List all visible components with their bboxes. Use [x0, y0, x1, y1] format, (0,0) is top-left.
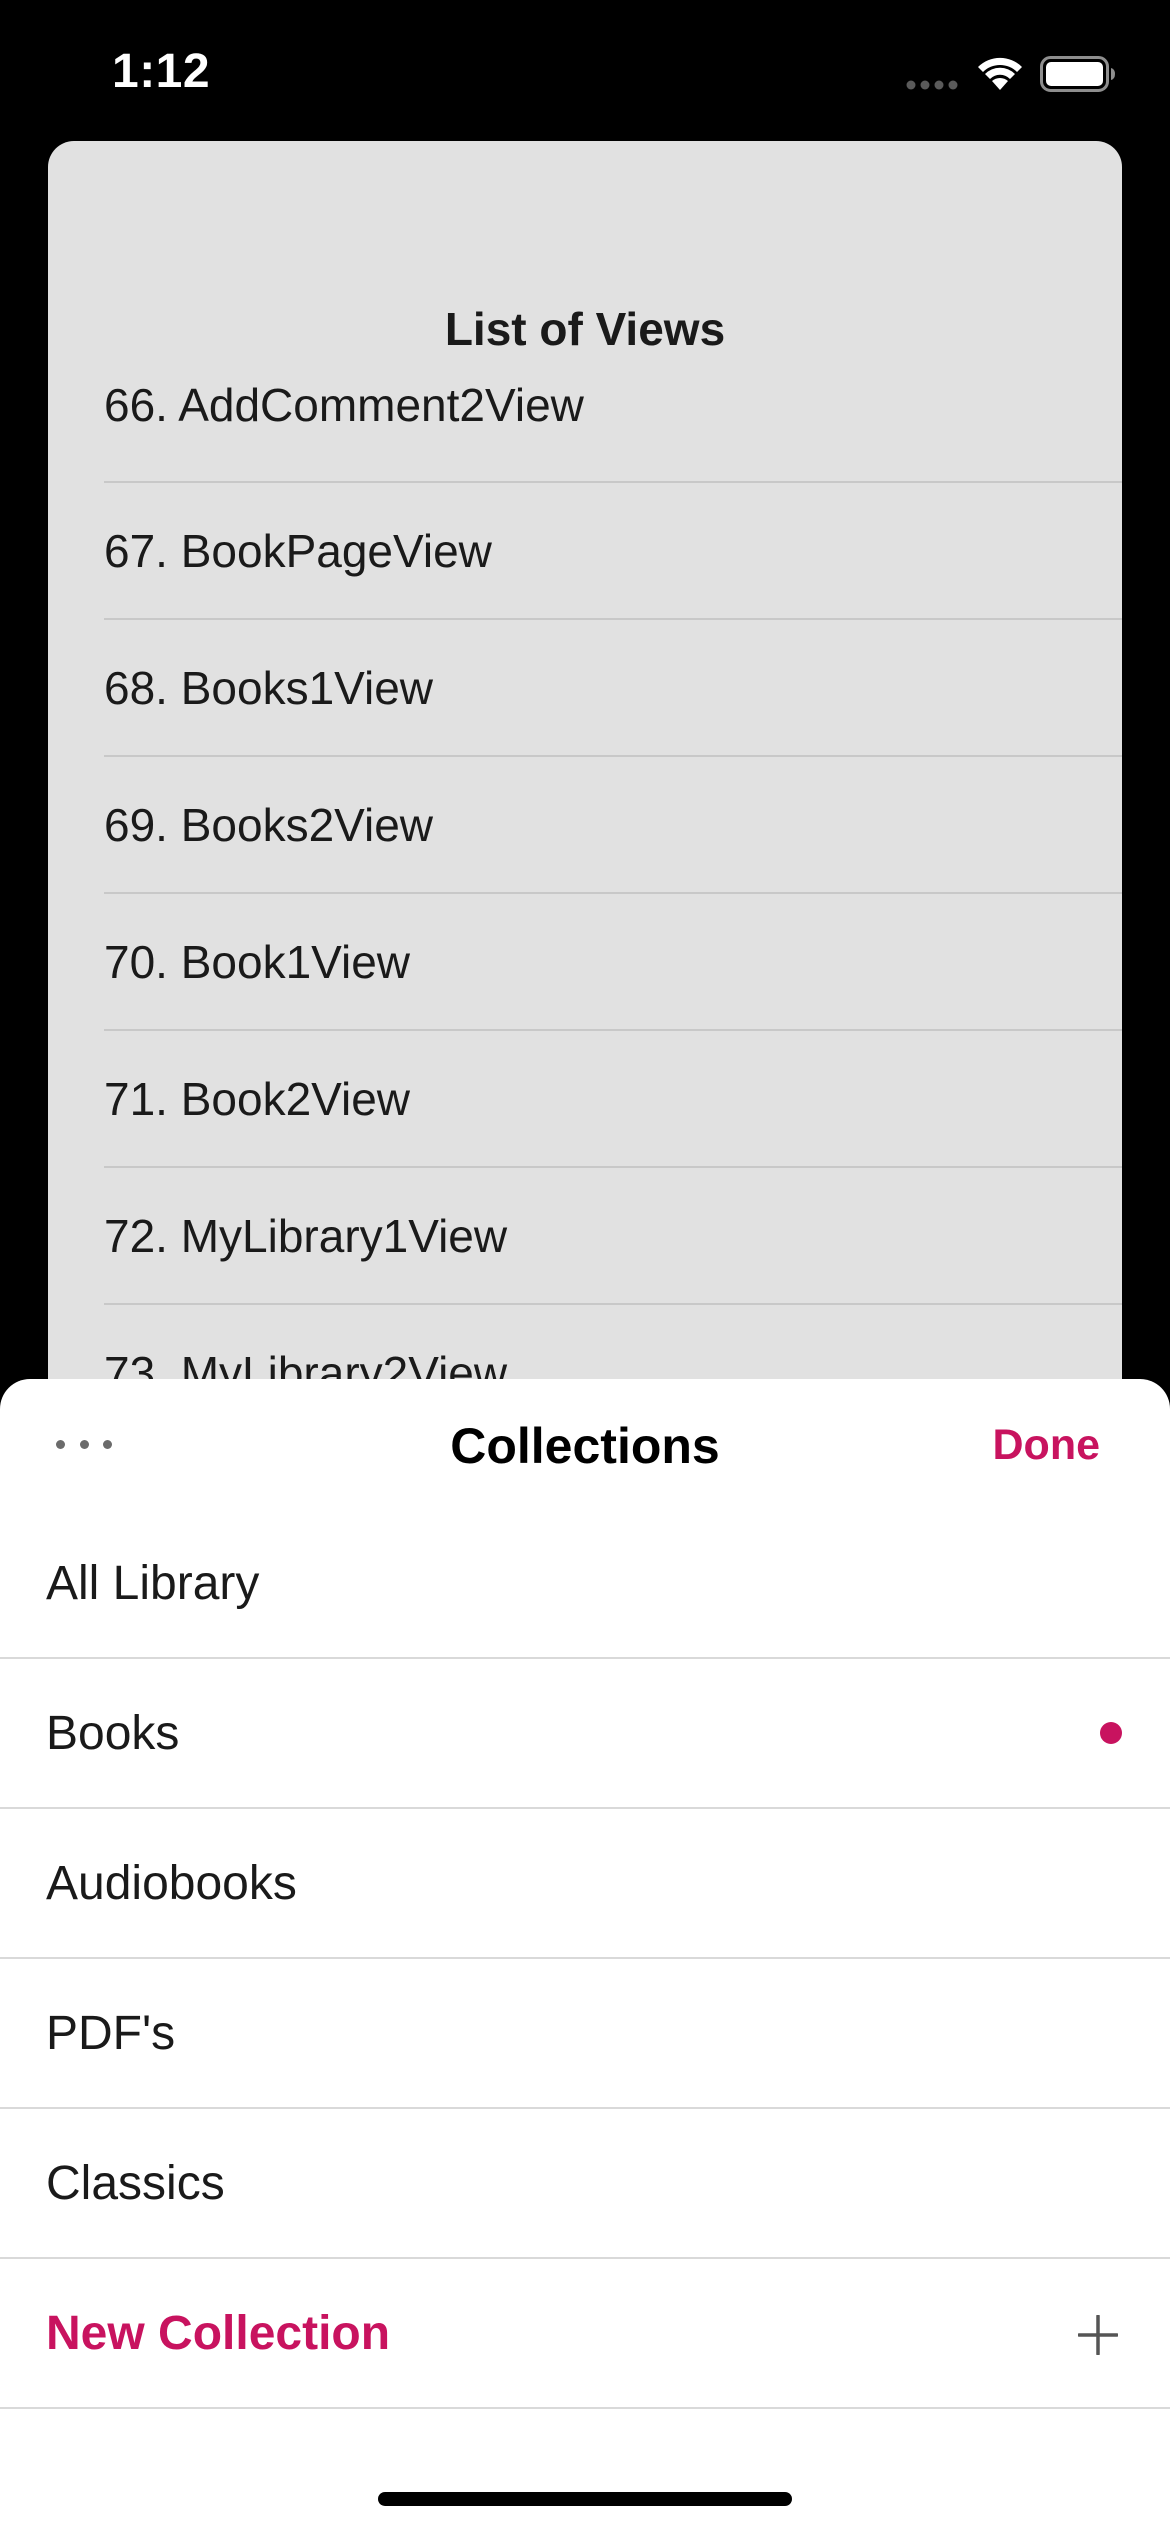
- collection-row-audiobooks[interactable]: Audiobooks: [0, 1809, 1170, 1959]
- collection-label: Audiobooks: [46, 1856, 297, 1910]
- list-item-label: 72. MyLibrary1View: [104, 1209, 508, 1262]
- battery-icon: [1040, 56, 1115, 92]
- wifi-icon: [978, 57, 1022, 90]
- list-item-label: 70. Book1View: [104, 935, 411, 988]
- list-item[interactable]: 70. Book1View: [104, 894, 1122, 1031]
- collection-label: PDF's: [46, 2006, 176, 2060]
- collection-label: Books: [46, 1706, 180, 1760]
- card-title: List of Views: [444, 303, 726, 355]
- list-item[interactable]: 71. Book2View: [104, 1031, 1122, 1168]
- views-list: 66. AddComment2View 67. BookPageView 68.…: [104, 374, 1122, 1441]
- list-item[interactable]: 69. Books2View: [104, 757, 1122, 894]
- list-item[interactable]: 68. Books1View: [104, 620, 1122, 757]
- list-item[interactable]: 72. MyLibrary1View: [104, 1168, 1122, 1305]
- list-item-label: 68. Books1View: [104, 661, 434, 714]
- cellular-signal-icon: [906, 80, 958, 90]
- screen: 1:12 List of Views 66. AddComment2View 6…: [0, 0, 1170, 2532]
- collection-row-classics[interactable]: Classics: [0, 2109, 1170, 2259]
- ellipsis-icon: [103, 1439, 112, 1449]
- collections-list: All Library Books Audiobooks PDF's Class…: [0, 1509, 1170, 2409]
- collection-label: Classics: [46, 2156, 225, 2210]
- ellipsis-icon: [79, 1439, 89, 1449]
- home-indicator: [378, 2492, 792, 2506]
- new-collection-button[interactable]: New Collection: [0, 2259, 1170, 2409]
- list-item-label: 71. Book2View: [104, 1072, 411, 1125]
- list-item-label: 67. BookPageView: [104, 524, 492, 577]
- collection-label: All Library: [46, 1556, 260, 1610]
- status-time: 1:12: [112, 45, 211, 98]
- list-item[interactable]: 67. BookPageView: [104, 483, 1122, 620]
- collection-row-all-library[interactable]: All Library: [0, 1509, 1170, 1659]
- collection-row-books[interactable]: Books: [0, 1659, 1170, 1809]
- list-item-label: 66. AddComment2View: [104, 379, 584, 431]
- collection-row-pdfs[interactable]: PDF's: [0, 1959, 1170, 2109]
- ellipsis-icon: [56, 1439, 65, 1449]
- new-collection-label: New Collection: [46, 2306, 391, 2360]
- done-button[interactable]: Done: [993, 1421, 1101, 1470]
- sheet-header: Collections Done: [0, 1379, 1170, 1509]
- list-item[interactable]: 66. AddComment2View: [104, 374, 1122, 483]
- plus-icon[interactable]: [1078, 2315, 1118, 2355]
- background-card: List of Views 66. AddComment2View 67. Bo…: [48, 141, 1122, 1441]
- collections-sheet: Collections Done All Library Books Audio…: [0, 1379, 1170, 2532]
- status-bar: 1:12: [0, 0, 1170, 140]
- list-item-label: 69. Books2View: [104, 798, 434, 851]
- selected-dot-icon: [1100, 1722, 1122, 1744]
- more-button[interactable]: [56, 1429, 112, 1459]
